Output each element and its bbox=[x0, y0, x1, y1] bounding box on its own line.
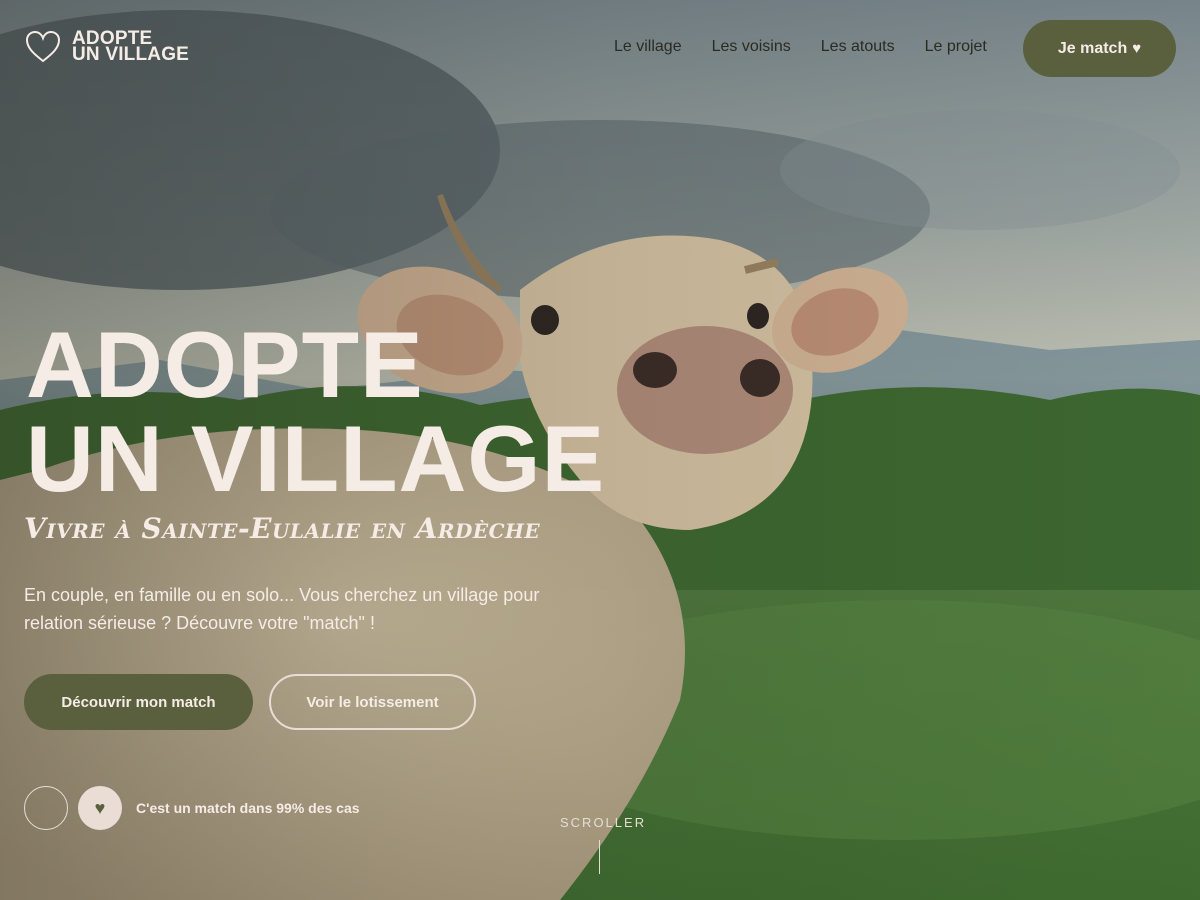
site-header: ADOPTE UN VILLAGE Le village Les voisins… bbox=[0, 0, 1200, 96]
match-stat-text: C'est un match dans 99% des cas bbox=[136, 800, 360, 816]
hero-page: ADOPTE UN VILLAGE Le village Les voisins… bbox=[0, 0, 1200, 900]
je-match-button[interactable]: Je match ♥ bbox=[1023, 20, 1176, 77]
hero-title-line-1: ADOPTE bbox=[26, 312, 424, 417]
scroll-indicator-label[interactable]: SCROLLER bbox=[560, 815, 646, 830]
hero-subtitle: Vivre à Sainte-Eulalie en Ardèche bbox=[24, 512, 541, 545]
heart-outline-icon bbox=[25, 30, 61, 63]
hero-title-line-2: UN VILLAGE bbox=[26, 406, 606, 511]
logo-text: ADOPTE UN VILLAGE bbox=[72, 29, 190, 65]
voir-le-lotissement-button[interactable]: Voir le lotissement bbox=[269, 674, 476, 730]
logo-line-2: UN VILLAGE bbox=[72, 44, 190, 65]
scroll-indicator-line bbox=[599, 840, 600, 874]
heart-icon: ♥ bbox=[94, 797, 106, 818]
hero-description: En couple, en famille ou en solo... Vous… bbox=[24, 585, 540, 633]
site-logo[interactable]: ADOPTE UN VILLAGE bbox=[24, 29, 190, 65]
je-match-label: Je match bbox=[1057, 39, 1128, 57]
nav-item-le-projet[interactable]: Le projet bbox=[925, 38, 987, 56]
decouvrir-mon-match-button[interactable]: Découvrir mon match bbox=[24, 674, 253, 730]
main-nav: Le village Les voisins Les atouts Le pro… bbox=[614, 38, 987, 56]
hero-title: ADOPTE UN VILLAGE bbox=[26, 318, 605, 506]
heart-icon: ♥ bbox=[1132, 40, 1142, 57]
avatar-placeholder bbox=[24, 786, 68, 830]
nav-item-les-voisins[interactable]: Les voisins bbox=[712, 38, 791, 56]
heart-badge: ♥ bbox=[78, 786, 122, 830]
nav-item-le-village[interactable]: Le village bbox=[614, 38, 682, 56]
nav-item-les-atouts[interactable]: Les atouts bbox=[821, 38, 895, 56]
